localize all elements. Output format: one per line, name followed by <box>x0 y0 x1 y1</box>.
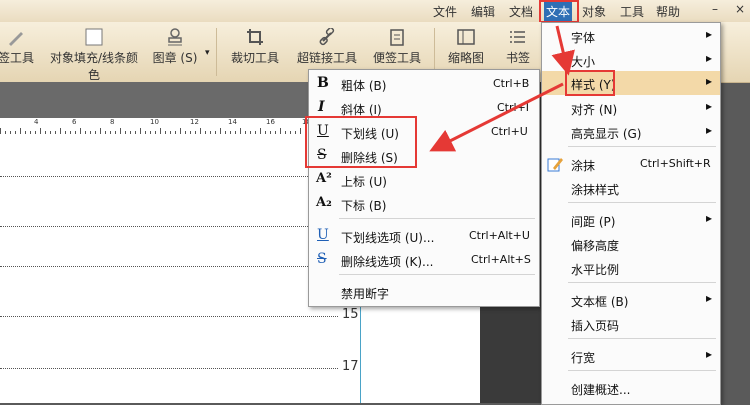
arrow-to-underline-strikethrough <box>429 82 564 152</box>
arrow-to-style-item <box>551 25 575 76</box>
annotation-arrows <box>429 25 575 152</box>
